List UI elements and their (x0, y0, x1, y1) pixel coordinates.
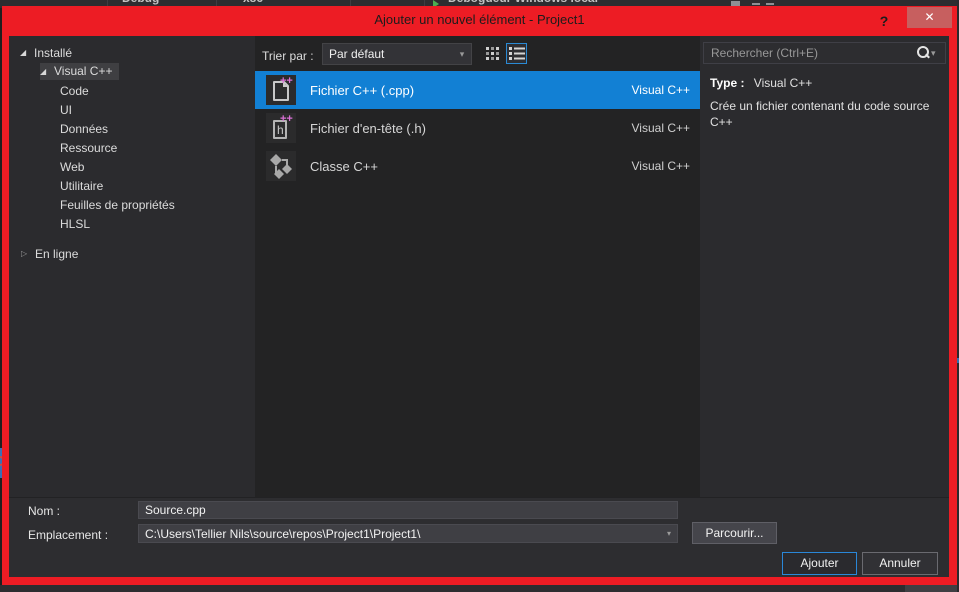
close-button[interactable]: ✕ (907, 7, 952, 28)
expanded-icon[interactable]: ◢ (20, 48, 34, 57)
toolbar-run-label[interactable]: Débogueur Windows local (448, 0, 598, 5)
small-icons-view-button[interactable] (483, 43, 504, 64)
type-row: Type : Visual C++ (710, 76, 812, 90)
template-item-header-file[interactable]: h ++ Fichier d'en-tête (.h) Visual C++ (255, 109, 700, 147)
template-item-cpp-file[interactable]: ++ Fichier C++ (.cpp) Visual C++ (255, 71, 700, 109)
search-input[interactable] (704, 46, 915, 60)
small-icons-view-icon (486, 47, 499, 60)
tree-item-label: En ligne (35, 246, 79, 261)
tree-item-label: HLSL (60, 216, 91, 231)
sort-by-value: Par défaut (329, 47, 385, 61)
background-bottom-strip (0, 585, 959, 592)
tree-item-visual-cpp[interactable]: ◢ Visual C++ (9, 62, 255, 81)
tree-item-label: Installé (34, 45, 73, 60)
screenshot-root: Debug x86 Débogueur Windows local Ajoute… (0, 0, 959, 592)
cpp-class-icon (266, 151, 296, 181)
template-list-panel: Trier par : Par défaut ▾ ++ Fichier C++ … (255, 36, 700, 497)
tree-item-feuilles-proprietes[interactable]: Feuilles de propriétés (9, 195, 255, 214)
template-name: Fichier d'en-tête (.h) (310, 120, 426, 136)
list-view-button[interactable] (506, 43, 527, 64)
tree-item-label: Utilitaire (60, 178, 104, 193)
close-icon: ✕ (924, 10, 935, 24)
dialog-titlebar[interactable]: Ajouter un nouvel élément - Project1 ? ✕ (2, 6, 957, 36)
type-value: Visual C++ (753, 76, 813, 90)
tree-item-label: Feuilles de propriétés (60, 197, 175, 212)
type-label: Type : (710, 76, 745, 90)
template-list: ++ Fichier C++ (.cpp) Visual C++ h ++ Fi… (255, 71, 700, 185)
tree-item-label: Ressource (60, 140, 118, 155)
tree-item-ressource[interactable]: Ressource (9, 138, 255, 157)
template-description: Crée un fichier contenant du code source… (710, 99, 930, 129)
chevron-icon[interactable] (752, 3, 760, 5)
location-combo: ▾ (138, 524, 678, 543)
category-tree-panel: ◢ Installé ◢ Visual C++ Code UI Données … (9, 36, 255, 497)
tree-item-hlsl[interactable]: HLSL (9, 214, 255, 233)
search-icon[interactable] (915, 45, 931, 61)
browse-button[interactable]: Parcourir... (692, 522, 777, 544)
svg-text:++: ++ (280, 75, 293, 87)
template-category: Visual C++ (631, 121, 690, 135)
template-item-cpp-class[interactable]: Classe C++ Visual C++ (255, 147, 700, 185)
collapsed-icon[interactable]: ▷ (21, 249, 35, 258)
dialog-title: Ajouter un nouvel élément - Project1 (374, 12, 585, 27)
tree-item-web[interactable]: Web (9, 157, 255, 176)
chevron-down-icon[interactable]: ▾ (661, 529, 677, 538)
tree-item-code[interactable]: Code (9, 81, 255, 100)
tree-item-en-ligne[interactable]: ▷ En ligne (9, 244, 255, 263)
template-category: Visual C++ (631, 83, 690, 97)
help-button[interactable]: ? (873, 10, 895, 32)
tree-item-label: Données (60, 121, 109, 136)
tree-item-label: Code (60, 83, 89, 98)
category-tree: ◢ Installé ◢ Visual C++ Code UI Données … (9, 36, 255, 263)
cancel-button[interactable]: Annuler (862, 552, 938, 575)
tree-item-utilitaire[interactable]: Utilitaire (9, 176, 255, 195)
sort-by-label: Trier par : (262, 49, 314, 63)
list-view-icon (508, 47, 525, 60)
location-label: Emplacement : (28, 528, 109, 542)
name-input[interactable] (138, 501, 678, 519)
header-file-icon: h ++ (266, 113, 296, 143)
tree-item-label: Web (60, 159, 85, 174)
svg-text:++: ++ (280, 113, 293, 125)
cpp-file-icon: ++ (266, 75, 296, 105)
tree-selection-highlight: ◢ Visual C++ (40, 63, 120, 80)
overflow-icon[interactable] (766, 3, 774, 5)
chevron-down-icon: ▾ (459, 48, 465, 59)
tree-item-donnees[interactable]: Données (9, 119, 255, 138)
template-name: Fichier C++ (.cpp) (310, 82, 415, 98)
chevron-down-icon[interactable]: ▾ (931, 48, 945, 59)
template-name: Classe C++ (310, 158, 378, 174)
tree-item-installe[interactable]: ◢ Installé (9, 43, 255, 62)
search-box: ▾ (703, 42, 946, 64)
sort-by-dropdown[interactable]: Par défaut ▾ (322, 43, 472, 65)
details-panel: ▾ Type : Visual C++ Crée un fichier cont… (700, 36, 949, 497)
add-button[interactable]: Ajouter (782, 552, 857, 575)
location-input[interactable] (139, 526, 661, 541)
template-category: Visual C++ (631, 159, 690, 173)
add-new-item-dialog: Ajouter un nouvel élément - Project1 ? ✕… (2, 6, 957, 585)
toolbar-debug-label[interactable]: Debug (122, 0, 159, 5)
tree-item-label: Visual C++ (54, 64, 113, 78)
svg-text:h: h (277, 123, 284, 137)
toolbar-platform-label[interactable]: x86 (243, 0, 263, 5)
background-scrollbar (905, 585, 959, 592)
tree-item-label: UI (60, 102, 72, 117)
dialog-content: ◢ Installé ◢ Visual C++ Code UI Données … (9, 36, 949, 577)
tree-item-ui[interactable]: UI (9, 100, 255, 119)
expanded-icon[interactable]: ◢ (40, 67, 54, 76)
dialog-footer: Nom : Emplacement : ▾ Parcourir... Ajout… (9, 497, 949, 577)
name-label: Nom : (28, 504, 61, 518)
